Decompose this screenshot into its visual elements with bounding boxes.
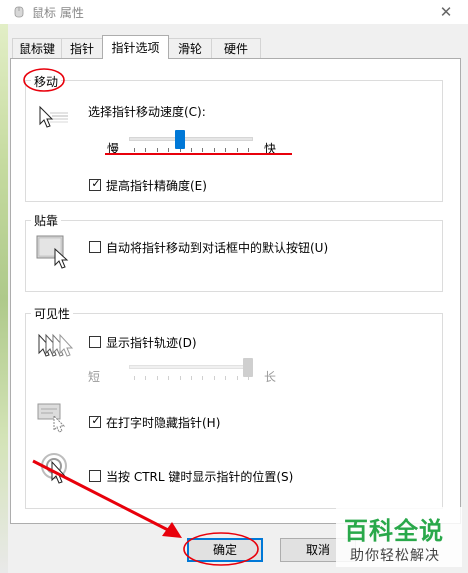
slider-tick [156, 376, 158, 380]
tab-label: 滑轮 [177, 42, 202, 56]
slider-tick [179, 376, 181, 380]
slider-tick [236, 376, 238, 380]
slider-tick [248, 148, 249, 152]
slider-tick [145, 376, 147, 380]
title-bar: 鼠标 属性 ✕ [0, 0, 468, 24]
slider-tick [145, 148, 147, 152]
slow-label: 慢 [107, 142, 120, 156]
ctrl-locate-icon [41, 453, 67, 484]
pointer-speed-icon [39, 105, 68, 128]
trails-label: 显示指针轨迹(D) [106, 336, 197, 350]
speed-slider-thumb[interactable] [174, 130, 185, 149]
watermark-title: 百科全说 [344, 517, 444, 545]
tab-wheel[interactable]: 滑轮 [168, 38, 212, 58]
slider-tick [225, 148, 227, 152]
slider-tick [191, 148, 192, 152]
hide-typing-checkbox[interactable]: ✓ [89, 414, 101, 428]
slider-tick [236, 148, 238, 152]
short-label: 短 [88, 370, 101, 384]
snap-label: 自动将指针移动到对话框中的默认按钮(U) [106, 241, 329, 255]
tab-label: 硬件 [223, 42, 248, 56]
snap-group [25, 220, 443, 292]
motion-group-title: 移动 [31, 73, 62, 90]
mouse-app-icon [14, 6, 24, 18]
trail-length-slider-thumb[interactable] [243, 358, 253, 377]
slider-tick [225, 376, 227, 380]
long-label: 长 [264, 370, 277, 384]
annotation-arrow-head [162, 522, 182, 538]
tab-label: 鼠标键 [18, 42, 55, 56]
pointer-trails-icon [38, 333, 74, 357]
tab-label: 指针 [69, 42, 94, 56]
precision-label: 提高指针精确度(E) [106, 179, 207, 193]
slider-tick [213, 376, 215, 380]
speed-slider-track[interactable] [129, 137, 253, 141]
slider-tick [168, 376, 170, 380]
watermark: 百科全说 助你轻松解决 [336, 507, 462, 567]
trails-checkbox[interactable] [89, 336, 101, 348]
snap-to-icon [36, 235, 69, 269]
ok-button[interactable]: 确定 [187, 538, 263, 562]
slider-tick [134, 148, 135, 152]
desktop-background-strip [0, 24, 8, 573]
window-title: 鼠标 属性 [32, 6, 84, 20]
slider-tick [202, 148, 204, 152]
hide-typing-label: 在打字时隐藏指针(H) [106, 416, 221, 430]
ctrl-locate-checkbox[interactable] [89, 470, 101, 482]
checkmark-icon: ✓ [91, 414, 101, 427]
tab-hardware[interactable]: 硬件 [211, 38, 261, 58]
tab-pointers[interactable]: 指针 [61, 38, 103, 58]
speed-label: 选择指针移动速度(C): [88, 105, 206, 119]
precision-checkbox[interactable]: ✓ [89, 177, 101, 191]
slider-tick [134, 376, 135, 380]
fast-label: 快 [264, 142, 277, 156]
slider-tick [191, 376, 192, 380]
hide-pointer-icon [37, 403, 66, 433]
close-button[interactable]: ✕ [436, 2, 456, 22]
motion-group [25, 80, 443, 202]
watermark-subtitle: 助你轻松解决 [350, 548, 440, 564]
tab-pointer-options[interactable]: 指针选项 [102, 35, 169, 59]
slider-tick [202, 376, 204, 380]
trail-length-slider-track[interactable] [129, 365, 253, 369]
visibility-group-title: 可见性 [31, 305, 74, 322]
tab-label: 指针选项 [111, 41, 160, 55]
ctrl-locate-label: 当按 CTRL 键时显示指针的位置(S) [106, 470, 294, 484]
snap-checkbox[interactable] [89, 241, 101, 253]
checkmark-icon: ✓ [91, 177, 101, 190]
slider-tick [156, 148, 158, 152]
snap-group-title: 贴靠 [31, 212, 62, 229]
slider-tick [168, 148, 170, 152]
slider-tick [213, 148, 215, 152]
tab-buttons[interactable]: 鼠标键 [12, 38, 62, 58]
